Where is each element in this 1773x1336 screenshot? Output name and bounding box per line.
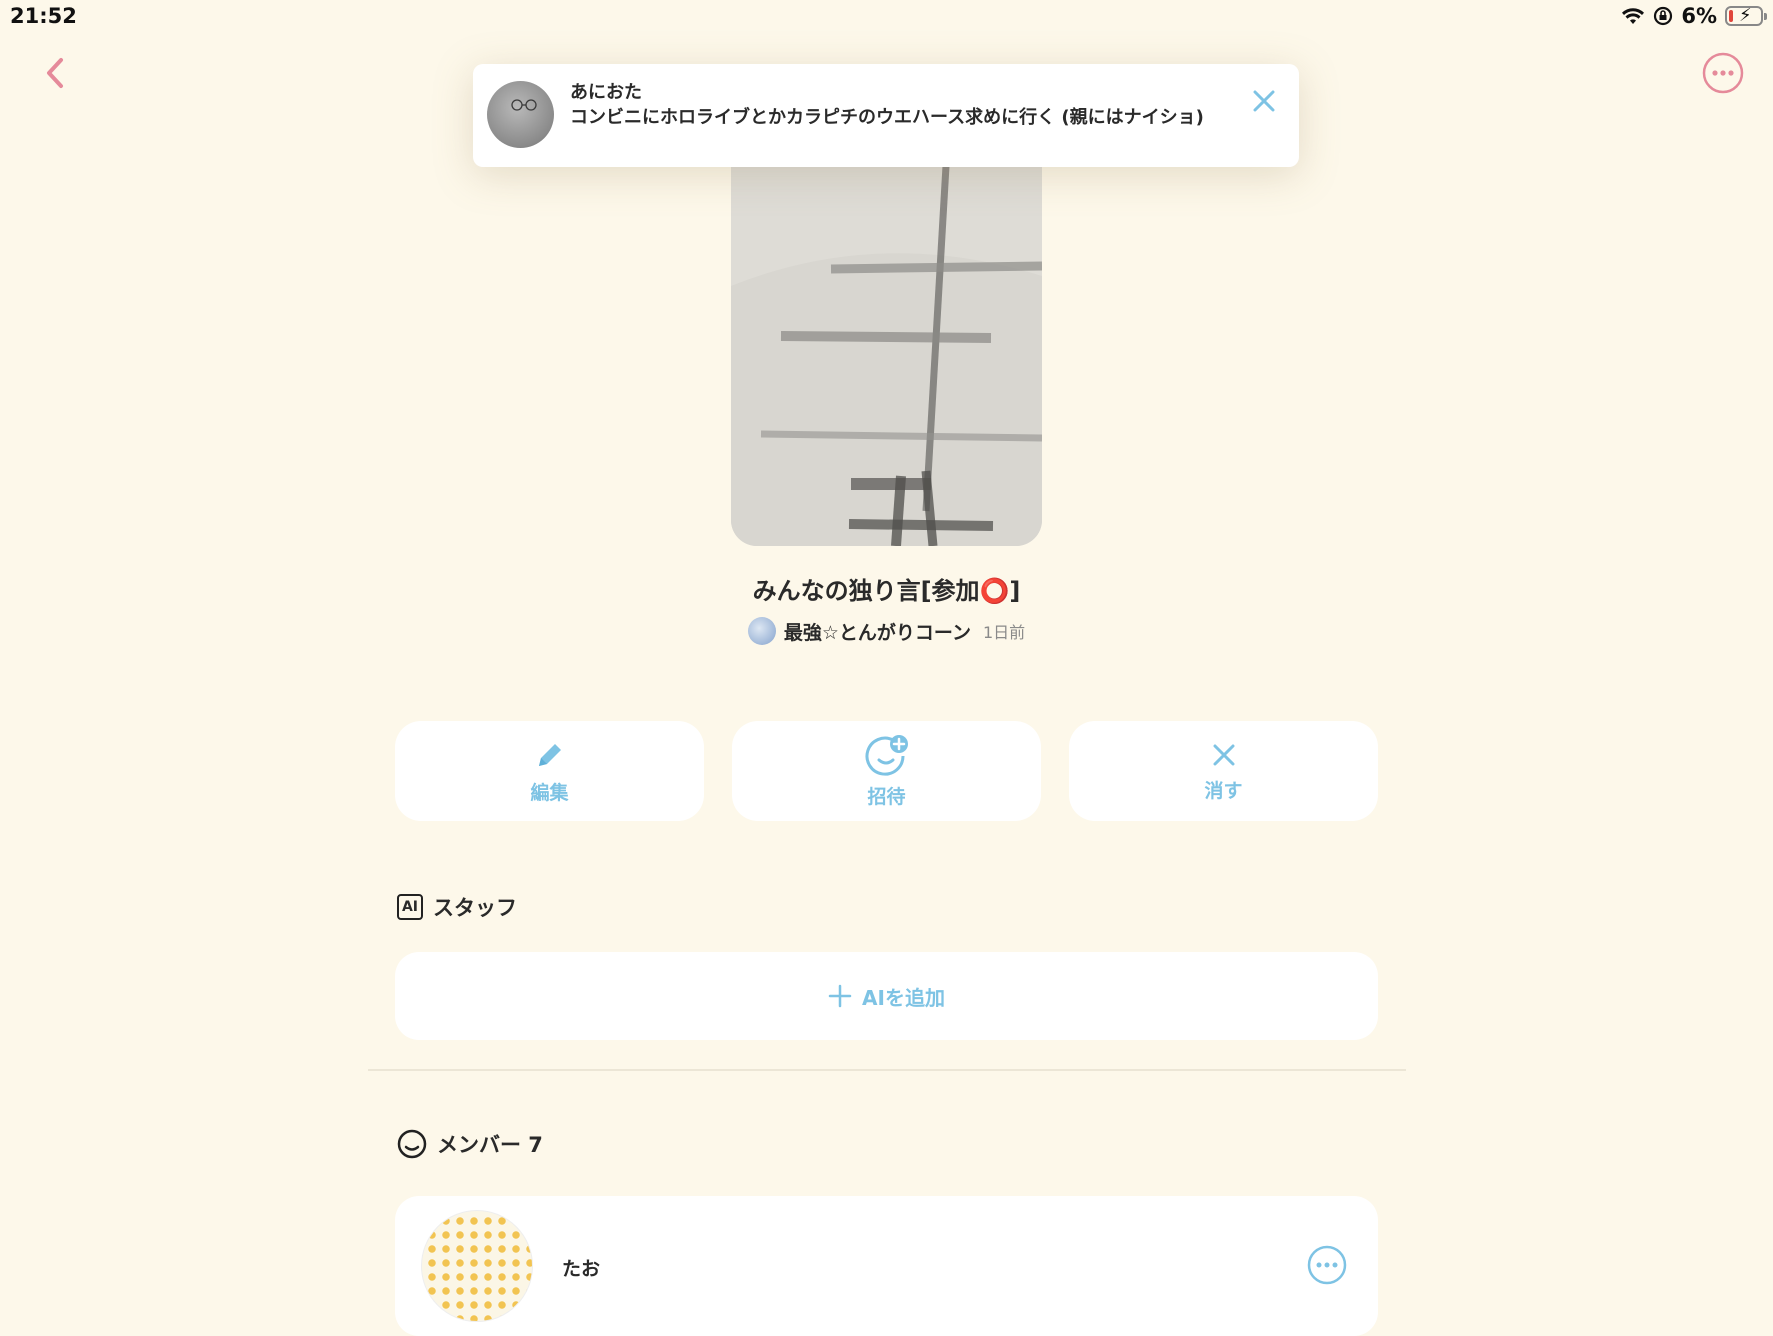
close-icon — [1213, 744, 1234, 765]
edit-button[interactable]: 編集 — [395, 721, 704, 821]
notification-avatar — [487, 81, 554, 148]
notification-message: コンビニにホロライブとかカラピチのウエハース求めに行く (親にはナイショ) — [570, 107, 1204, 128]
notification-banner[interactable]: あにおた コンビニにホロライブとかカラピチのウエハース求めに行く (親にはナイシ… — [473, 64, 1299, 167]
section-divider — [368, 1069, 1406, 1071]
room-cover-image — [731, 166, 1042, 546]
battery-charging-icon: ⚡ — [1725, 5, 1767, 26]
pencil-icon — [538, 743, 561, 766]
updated-time: 1日前 — [982, 623, 1026, 642]
invite-label: 招待 — [867, 785, 906, 808]
add-ai-button[interactable]: AIを追加 — [395, 952, 1378, 1040]
member-row[interactable]: たお — [395, 1196, 1378, 1336]
edit-label: 編集 — [530, 781, 569, 804]
status-indicators: 6% ⚡ — [1621, 4, 1767, 28]
delete-label: 消す — [1204, 779, 1243, 802]
more-options-button[interactable] — [1701, 51, 1745, 95]
plus-icon — [828, 984, 852, 1008]
notification-sender: あにおた — [570, 82, 642, 103]
staff-heading: スタッフ — [433, 896, 517, 920]
delete-button[interactable]: 消す — [1069, 721, 1378, 821]
staff-section-header: AI スタッフ — [397, 892, 517, 922]
antenna-photo — [731, 166, 1042, 546]
close-icon — [1253, 90, 1275, 112]
back-button[interactable] — [34, 50, 78, 96]
add-user-icon — [865, 734, 908, 776]
rotation-lock-icon — [1654, 6, 1673, 26]
wifi-icon — [1622, 8, 1645, 24]
room-title: みんなの独り言[参加⭕️] — [752, 577, 1021, 605]
ellipsis-circle-icon — [1702, 52, 1744, 94]
members-section-header: メンバー 7 — [397, 1129, 543, 1159]
battery-percent: 6% — [1681, 4, 1717, 28]
invite-button[interactable]: 招待 — [732, 721, 1041, 821]
ai-badge-icon: AI — [397, 894, 423, 920]
notification-close-button[interactable] — [1249, 86, 1279, 116]
add-ai-label: AIを追加 — [862, 985, 945, 1010]
room-owner-row[interactable]: 最強☆とんがりコーン 1日前 — [0, 617, 1773, 645]
ellipsis-circle-icon — [1307, 1245, 1347, 1285]
member-more-button[interactable] — [1306, 1244, 1348, 1286]
member-avatar — [421, 1210, 533, 1322]
chevron-left-icon — [47, 58, 63, 88]
status-time: 21:52 — [10, 4, 77, 28]
smile-icon — [397, 1129, 427, 1159]
member-name: たお — [562, 1258, 601, 1280]
members-heading: メンバー 7 — [437, 1133, 543, 1157]
owner-avatar — [747, 617, 776, 645]
owner-name: 最強☆とんがりコーン — [783, 621, 971, 644]
